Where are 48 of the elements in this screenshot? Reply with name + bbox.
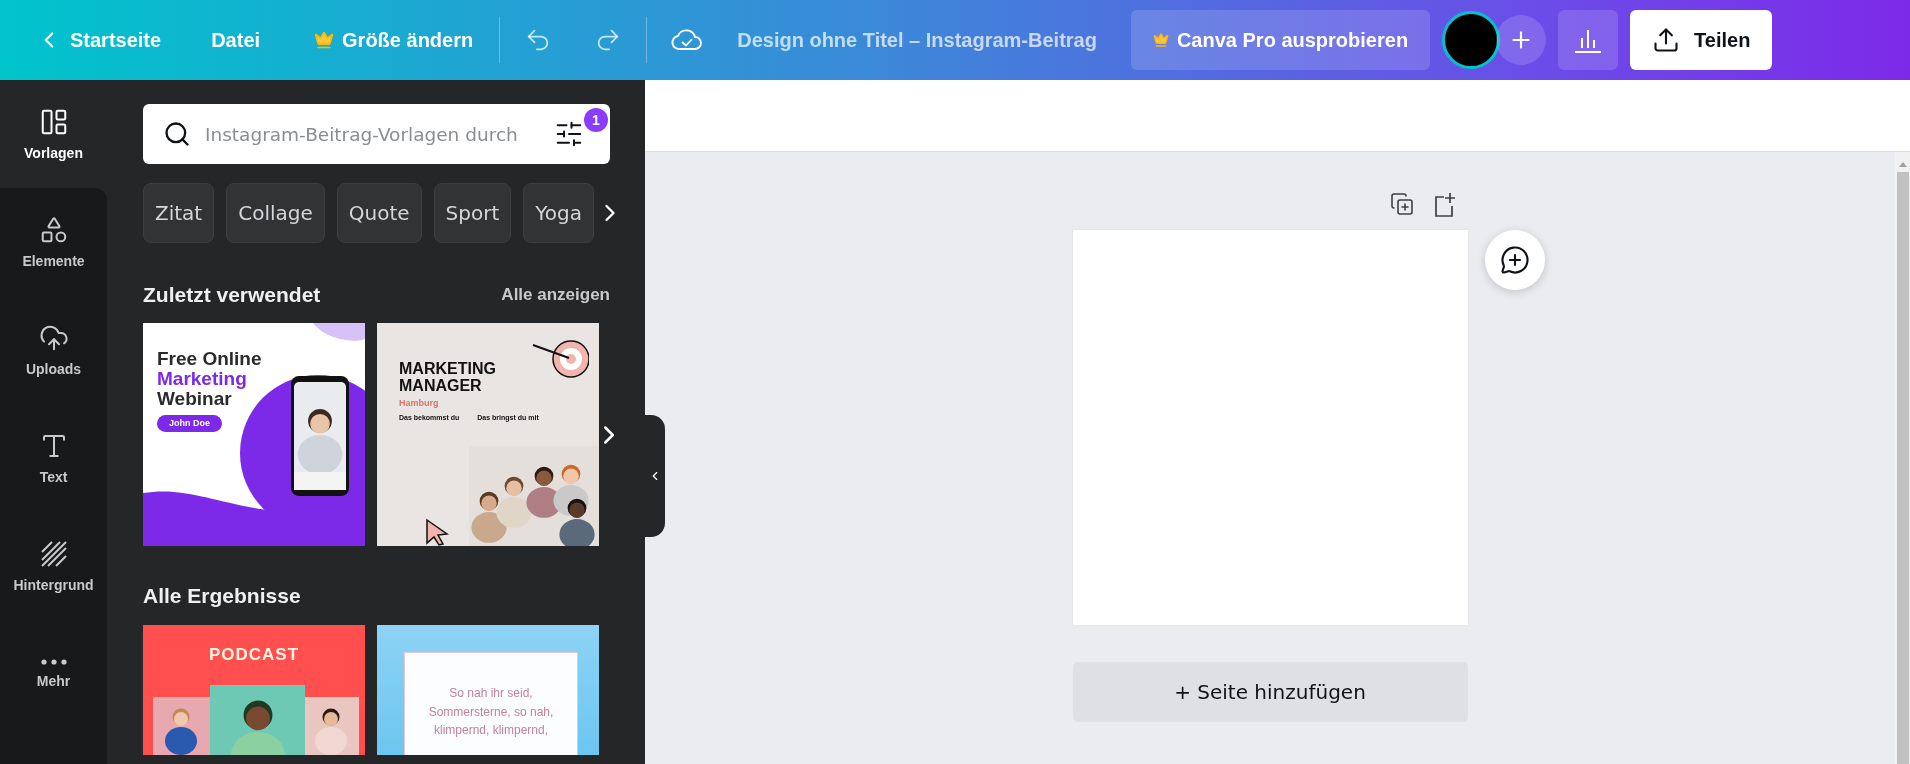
search-icon [163,120,191,148]
template-heading: PODCAST [207,646,301,664]
share-button[interactable]: Teilen [1630,10,1773,70]
template-heading: MANAGER [399,377,483,395]
user-avatar[interactable] [1442,11,1501,69]
filter-icon [554,119,584,149]
sidebar-tab[interactable]: Hintergrund [0,512,107,620]
search-bar[interactable]: Instagram-Beitrag-Vorlagen durch 1 [143,104,610,164]
filter-button[interactable] [554,119,584,149]
template-city: Hamburg [399,398,440,409]
section-title: Alle Ergebnisse [143,584,301,608]
template-heading: Marketing [157,368,248,389]
more-icon [40,659,67,665]
collapse-panel-button[interactable] [645,415,665,537]
copy-plus-icon [1389,192,1414,216]
sidebar-tab[interactable]: Mehr [0,620,107,728]
crown-icon [314,30,335,50]
crown-icon [1152,32,1169,48]
duplicate-page-button[interactable] [1389,192,1414,218]
template-thumbnail[interactable]: Free Online Marketing Webinar John Doe [143,323,365,546]
template-heading: MARKETING [399,361,496,378]
add-page-button[interactable]: + Seite hinzufügen [1072,662,1468,722]
insights-button[interactable] [1558,10,1619,70]
show-all-link[interactable]: Alle anzeigen [501,285,610,305]
category-chip[interactable]: Quote [336,183,422,243]
cursor-icon [425,518,449,546]
template-heading: Webinar [157,388,232,409]
add-comment-button[interactable] [1484,230,1545,290]
sidebar-tab[interactable]: Text [0,404,107,512]
sidebar-tab[interactable]: Uploads [0,296,107,404]
add-member-button[interactable] [1496,15,1547,65]
template-heading: Free Online [157,349,262,369]
section-title: Zuletzt verwendet [143,283,321,307]
category-chip[interactable]: Zitat [143,183,215,243]
poem-line: So nah ihr seid, [449,687,533,700]
scrollbar[interactable] [1895,152,1910,764]
template-button-label: John Doe [157,415,222,433]
category-chip[interactable]: Sport [433,183,512,243]
sidebar-tab[interactable]: Elemente [0,188,107,296]
share-icon [1652,26,1681,54]
category-chip[interactable]: Collage [226,183,325,243]
category-chip[interactable]: Yoga [523,183,595,243]
pro-trial-button[interactable]: Canva Pro ausprobieren [1130,10,1431,70]
cloud-upload-icon [38,323,69,353]
comment-plus-icon [1499,245,1530,275]
poem-line: klimpernd, klimpernd, [433,724,548,737]
filter-count: 1 [584,108,608,132]
poem-line: Sommersterne, so nah, [428,705,554,719]
